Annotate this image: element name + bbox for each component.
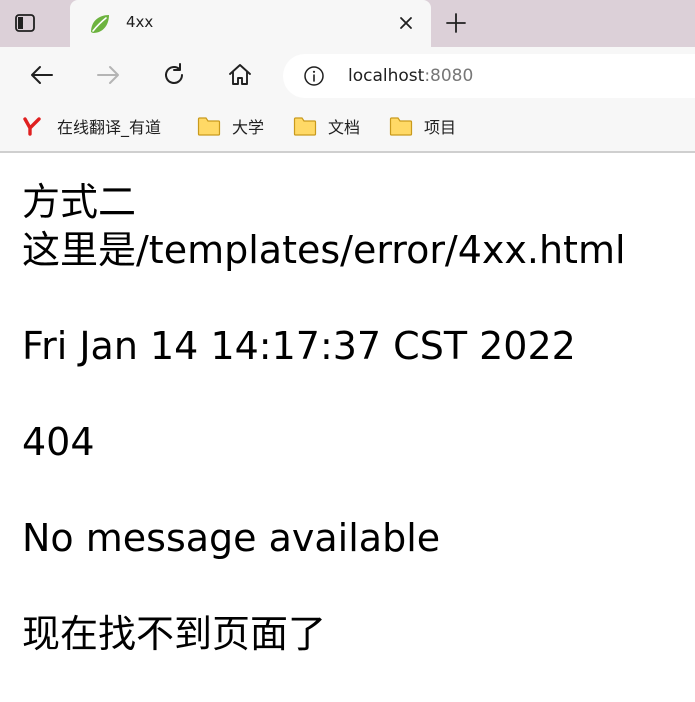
bookmark-label: 项目 [424,118,457,137]
tab-title: 4xx [126,13,154,31]
bookmarks-bar: 在线翻译_有道 大学 文档 项目 [0,103,695,153]
youdao-icon [22,115,42,137]
url-port: :8080 [424,66,474,86]
page-content: 方式二 这里是/templates/error/4xx.html Fri Jan… [22,178,692,658]
reload-icon[interactable] [160,61,188,89]
bookmark-label: 大学 [232,118,265,137]
url-text[interactable]: localhost:8080 [348,66,473,86]
active-tab[interactable]: 4xx [70,0,431,47]
note-line: 现在找不到页面了 [22,612,327,656]
info-icon[interactable] [303,65,325,87]
address-bar[interactable]: localhost:8080 [283,54,695,98]
timestamp-line: Fri Jan 14 14:17:37 CST 2022 [22,324,576,368]
bookmark-daxue[interactable]: 大学 [197,113,264,139]
close-icon[interactable] [395,12,417,34]
plus-icon[interactable] [444,11,468,35]
folder-icon [293,115,317,137]
forward-arrow-icon[interactable] [94,61,122,89]
bookmark-xiangmu[interactable]: 项目 [389,113,456,139]
home-icon[interactable] [226,61,254,89]
bookmark-wendang[interactable]: 文档 [293,113,360,139]
back-arrow-icon[interactable] [28,61,56,89]
bookmark-label: 在线翻译_有道 [57,118,162,137]
url-host: localhost [348,66,425,86]
error-message-line: No message available [22,516,441,560]
folder-icon [389,115,413,137]
folder-icon [197,115,221,137]
spring-leaf-icon [88,12,112,36]
browser-window: 4xx localhost:8080 在线翻译_有道 大学 文档 项目 方式二 … [0,0,695,702]
template-path-line: 这里是/templates/error/4xx.html [22,228,626,272]
tab-actions-icon[interactable] [14,12,36,34]
navigation-toolbar: localhost:8080 [0,47,695,103]
tab-strip: 4xx [0,0,695,47]
heading-line: 方式二 [22,180,137,224]
bookmark-youdao[interactable]: 在线翻译_有道 [22,113,161,139]
status-code-line: 404 [22,420,95,464]
bookmark-label: 文档 [328,118,361,137]
